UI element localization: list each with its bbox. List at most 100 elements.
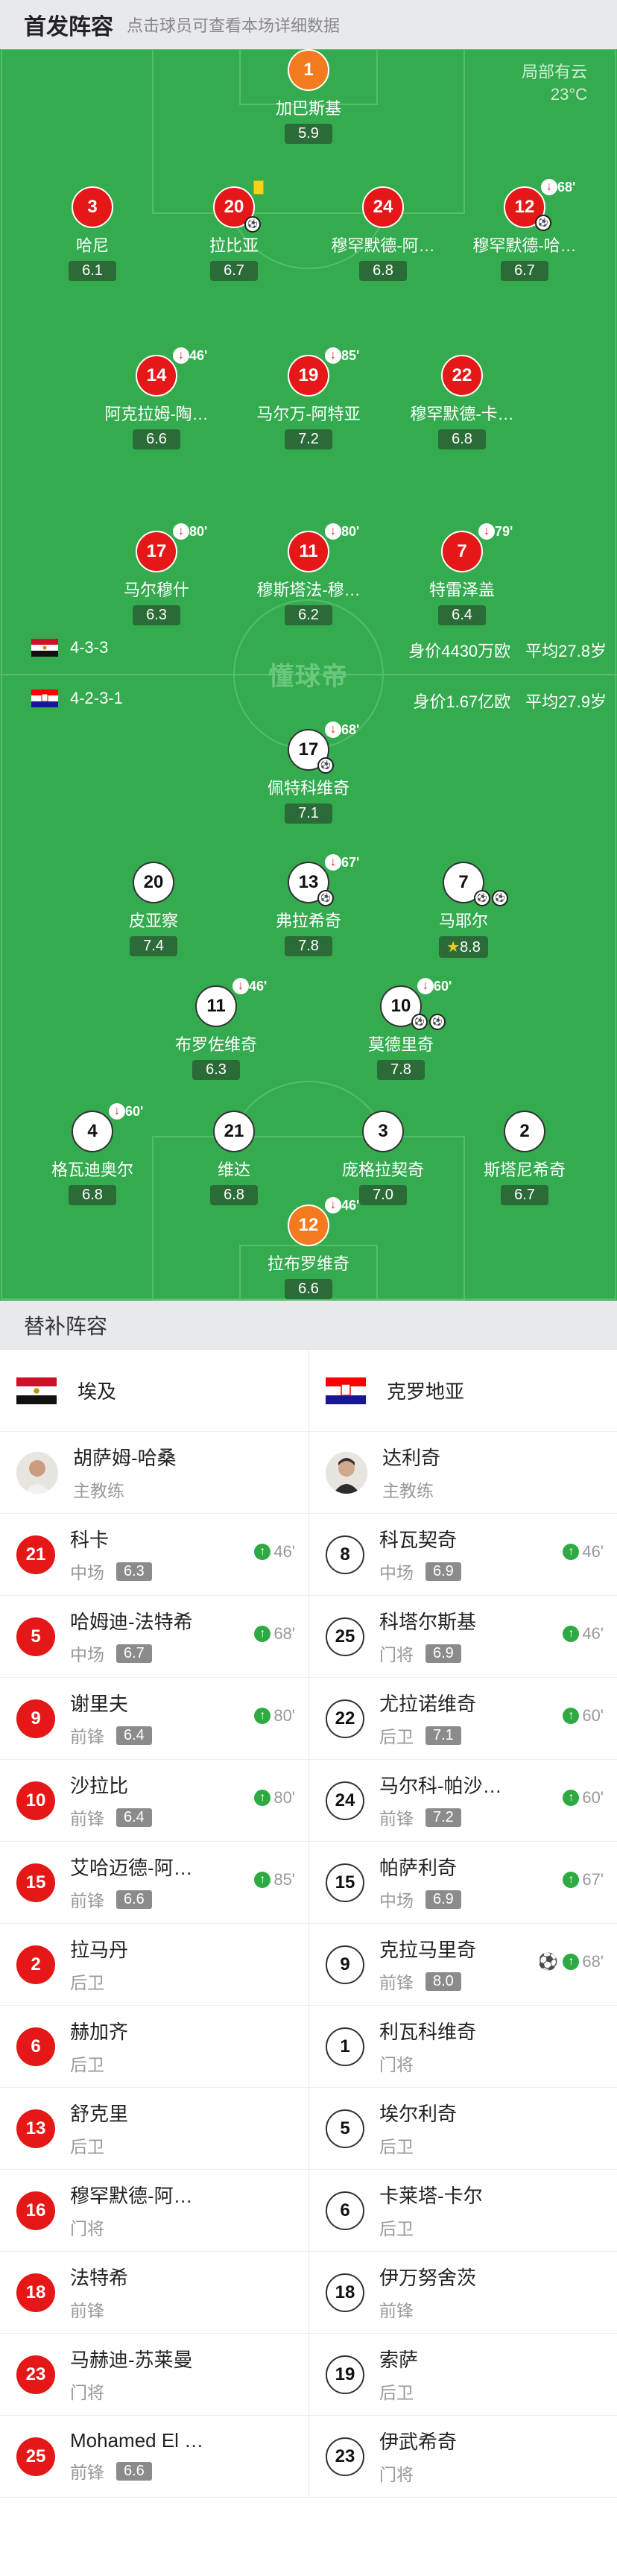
coach-role: 主教练 bbox=[382, 1481, 434, 1500]
player-away-21[interactable]: 21 维达 6.8 bbox=[174, 1111, 294, 1205]
home-bench-player-row[interactable]: 13 舒克里 后卫 bbox=[0, 2088, 308, 2170]
player-rating: 6.4 bbox=[116, 1808, 152, 1827]
player-home-11[interactable]: 11 ↓ 80' 穆斯塔法-穆… 6.2 bbox=[249, 523, 368, 625]
home-bench-player-row[interactable]: 6 赫加齐 后卫 bbox=[0, 2006, 308, 2088]
shirt-number: 18 bbox=[326, 2273, 364, 2312]
player-away-2[interactable]: 2 斯塔尼希奇 6.7 bbox=[465, 1111, 584, 1205]
bench-title: 替补阵容 bbox=[0, 1301, 617, 1350]
home-bench-player-row[interactable]: 9 谢里夫 前锋 6.4 ↑ 80' bbox=[0, 1678, 308, 1760]
home-bench-player-row[interactable]: 21 科卡 中场 6.3 ↑ 46' bbox=[0, 1514, 308, 1596]
player-name: 佩特科维奇 bbox=[267, 779, 349, 798]
sub-on-icon: ↑ bbox=[254, 1708, 271, 1724]
sub-off-icon: ↓ bbox=[325, 1197, 341, 1213]
lineup-header: 首发阵容 点击球员可查看本场详细数据 bbox=[0, 0, 617, 49]
away-lineup-bar: 4-2-3-1 bbox=[31, 689, 123, 708]
shirt-number: 8 bbox=[326, 1535, 364, 1574]
player-home-22[interactable]: 22 穆罕默德-卡… 6.8 bbox=[402, 355, 522, 449]
away-bench-player-row[interactable]: 23 伊武希奇 门将 bbox=[309, 2416, 617, 2498]
player-away-7[interactable]: 7 ⚽ ⚽ 马耶尔 ★8.8 bbox=[404, 862, 523, 958]
shirt-number: 13 bbox=[298, 872, 319, 892]
player-name: 莫德里奇 bbox=[367, 1035, 434, 1054]
watermark: 懂球帝 bbox=[268, 663, 349, 691]
goal-ball-icon: ⚽ bbox=[317, 890, 334, 906]
away-bench-player-row[interactable]: 6 卡莱塔-卡尔 后卫 bbox=[309, 2170, 617, 2252]
shirt-number: 10 bbox=[390, 996, 411, 1016]
player-home-3[interactable]: 3 哈尼 6.1 bbox=[33, 186, 152, 281]
player-away-17[interactable]: 17 ↓ 68' ⚽ 佩特科维奇 7.1 bbox=[249, 722, 368, 824]
sub-on-indicator: ↑ 46' bbox=[563, 1542, 604, 1562]
player-position: 门将 bbox=[379, 2465, 414, 2484]
player-rating: 6.8 bbox=[359, 261, 407, 281]
away-team-row: 克罗地亚 bbox=[309, 1350, 617, 1432]
home-bench-player-row[interactable]: 25 Mohamed El … 前锋 6.6 bbox=[0, 2416, 308, 2498]
position-line: 前锋 6.4 bbox=[70, 1723, 152, 1748]
player-home-12[interactable]: 12 ↓ 68' ⚽ 穆罕默德-哈… 6.7 bbox=[465, 179, 584, 281]
player-away-12[interactable]: 12 ↓ 46' 拉布罗维奇 6.6 bbox=[249, 1197, 368, 1299]
away-team-name: 克罗地亚 bbox=[387, 1380, 465, 1403]
coach-role: 主教练 bbox=[73, 1481, 124, 1500]
player-away-4[interactable]: 4 ↓ 60' 格瓦迪奥尔 6.8 bbox=[33, 1103, 152, 1205]
away-coach-row[interactable]: 达利奇 主教练 bbox=[309, 1432, 617, 1514]
sub-on-indicator: ↑ 46' bbox=[254, 1542, 295, 1562]
sub-minute: 46' bbox=[582, 1542, 604, 1561]
player-home-1[interactable]: 1 加巴斯基 5.9 bbox=[249, 49, 368, 144]
player-position: 后卫 bbox=[379, 2137, 414, 2156]
away-bench-player-row[interactable]: 25 科塔尔斯基 门将 6.9 ↑ 46' bbox=[309, 1596, 617, 1678]
sub-on-icon: ↑ bbox=[563, 1790, 580, 1806]
player-home-14[interactable]: 14 ↓ 46' 阿克拉姆-陶… 6.6 bbox=[97, 347, 216, 449]
player-position: 前锋 bbox=[70, 2463, 104, 2482]
player-name: 布罗佐维奇 bbox=[174, 1035, 257, 1054]
player-position: 前锋 bbox=[379, 2301, 414, 2320]
away-bench-player-row[interactable]: 5 埃尔利奇 后卫 bbox=[309, 2088, 617, 2170]
sub-on-indicator: ↑ 67' bbox=[563, 1870, 604, 1890]
sub-off-icon: ↓ bbox=[173, 523, 189, 540]
home-bench-player-row[interactable]: 23 马赫迪-苏莱曼 门将 bbox=[0, 2334, 308, 2416]
sub-off-icon: ↓ bbox=[541, 179, 557, 195]
player-name: 拉比亚 bbox=[209, 236, 259, 255]
player-home-7[interactable]: 7 ↓ 79' 特雷泽盖 6.4 bbox=[402, 523, 522, 625]
shirt-number: 9 bbox=[326, 1945, 364, 1984]
player-home-24[interactable]: 24 穆罕默德-阿… 6.8 bbox=[323, 186, 443, 281]
star-icon: ★ bbox=[446, 939, 461, 956]
home-avg-age: 平均27.8岁 bbox=[525, 642, 607, 660]
player-name: 拉布罗维奇 bbox=[267, 1254, 349, 1273]
player-away-20[interactable]: 20 皮亚察 7.4 bbox=[94, 862, 213, 956]
player-rating: 7.1 bbox=[425, 1726, 461, 1745]
away-bench-player-row[interactable]: 22 尤拉诺维奇 后卫 7.1 ↑ 60' bbox=[309, 1678, 617, 1760]
sub-off-icon: ↓ bbox=[325, 347, 341, 364]
home-bench-player-row[interactable]: 5 哈姆迪-法特希 中场 6.7 ↑ 68' bbox=[0, 1596, 308, 1678]
home-bench-player-row[interactable]: 15 艾哈迈德-阿… 前锋 6.6 ↑ 85' bbox=[0, 1842, 308, 1924]
player-position: 门将 bbox=[379, 2055, 414, 2074]
player-away-11[interactable]: 11 ↓ 46' 布罗佐维奇 6.3 bbox=[156, 978, 276, 1080]
player-home-19[interactable]: 19 ↓ 85' 马尔万-阿特亚 7.2 bbox=[249, 347, 368, 449]
away-bench-player-row[interactable]: 19 索萨 后卫 bbox=[309, 2334, 617, 2416]
player-home-17[interactable]: 17 ↓ 80' 马尔穆什 6.3 bbox=[97, 523, 216, 625]
home-coach-row[interactable]: 胡萨姆-哈桑 主教练 bbox=[0, 1432, 308, 1514]
player-rating: 6.7 bbox=[210, 261, 258, 281]
player-rating: 7.1 bbox=[285, 804, 332, 824]
away-bench-player-row[interactable]: 8 科瓦契奇 中场 6.9 ↑ 46' bbox=[309, 1514, 617, 1596]
away-bench-player-row[interactable]: 15 帕萨利奇 中场 6.9 ↑ 67' bbox=[309, 1842, 617, 1924]
player-away-10[interactable]: 10 ↓ 60' ⚽ ⚽ 莫德里奇 7.8 bbox=[341, 978, 461, 1080]
assist-icon: ⚽ bbox=[411, 1014, 428, 1030]
home-bench-player-row[interactable]: 10 沙拉比 前锋 6.4 ↑ 80' bbox=[0, 1760, 308, 1842]
away-bench-player-row[interactable]: 24 马尔科-帕沙… 前锋 7.2 ↑ 60' bbox=[309, 1760, 617, 1842]
home-bench-player-row[interactable]: 2 拉马丹 后卫 bbox=[0, 1924, 308, 2006]
player-away-3[interactable]: 3 庞格拉契奇 7.0 bbox=[323, 1111, 443, 1205]
position-line: 前锋 7.2 bbox=[379, 1805, 502, 1830]
position-line: 后卫 bbox=[70, 2051, 128, 2076]
player-home-20[interactable]: 20 ⚽ 拉比亚 6.7 bbox=[174, 180, 294, 281]
position-line: 门将 bbox=[70, 2378, 193, 2404]
player-name: 艾哈迈德-阿… bbox=[70, 1857, 193, 1879]
player-away-13[interactable]: 13 ↓ 67' ⚽ 弗拉希奇 7.8 bbox=[249, 854, 368, 956]
home-bench-player-row[interactable]: 18 法特希 前锋 bbox=[0, 2252, 308, 2334]
away-bench-player-row[interactable]: 18 伊万努舍茨 前锋 bbox=[309, 2252, 617, 2334]
shirt-number: 12 bbox=[514, 197, 535, 217]
away-bench-player-row[interactable]: 9 克拉马里奇 前锋 8.0 ⚽ ↑ 68' bbox=[309, 1924, 617, 2006]
away-bench-player-row[interactable]: 1 利瓦科维奇 门将 bbox=[309, 2006, 617, 2088]
player-rating: 6.7 bbox=[501, 1185, 548, 1205]
home-bench-player-row[interactable]: 16 穆罕默德-阿… 门将 bbox=[0, 2170, 308, 2252]
home-bench-column: 埃及 胡萨姆-哈桑 主教练 21 科卡 中场 6.3 ↑ 46' 5 哈姆迪-法特希 中场 6.7 ↑… bbox=[0, 1350, 308, 2498]
sub-minute: 79' bbox=[495, 523, 513, 539]
player-position: 前锋 bbox=[70, 1727, 104, 1746]
